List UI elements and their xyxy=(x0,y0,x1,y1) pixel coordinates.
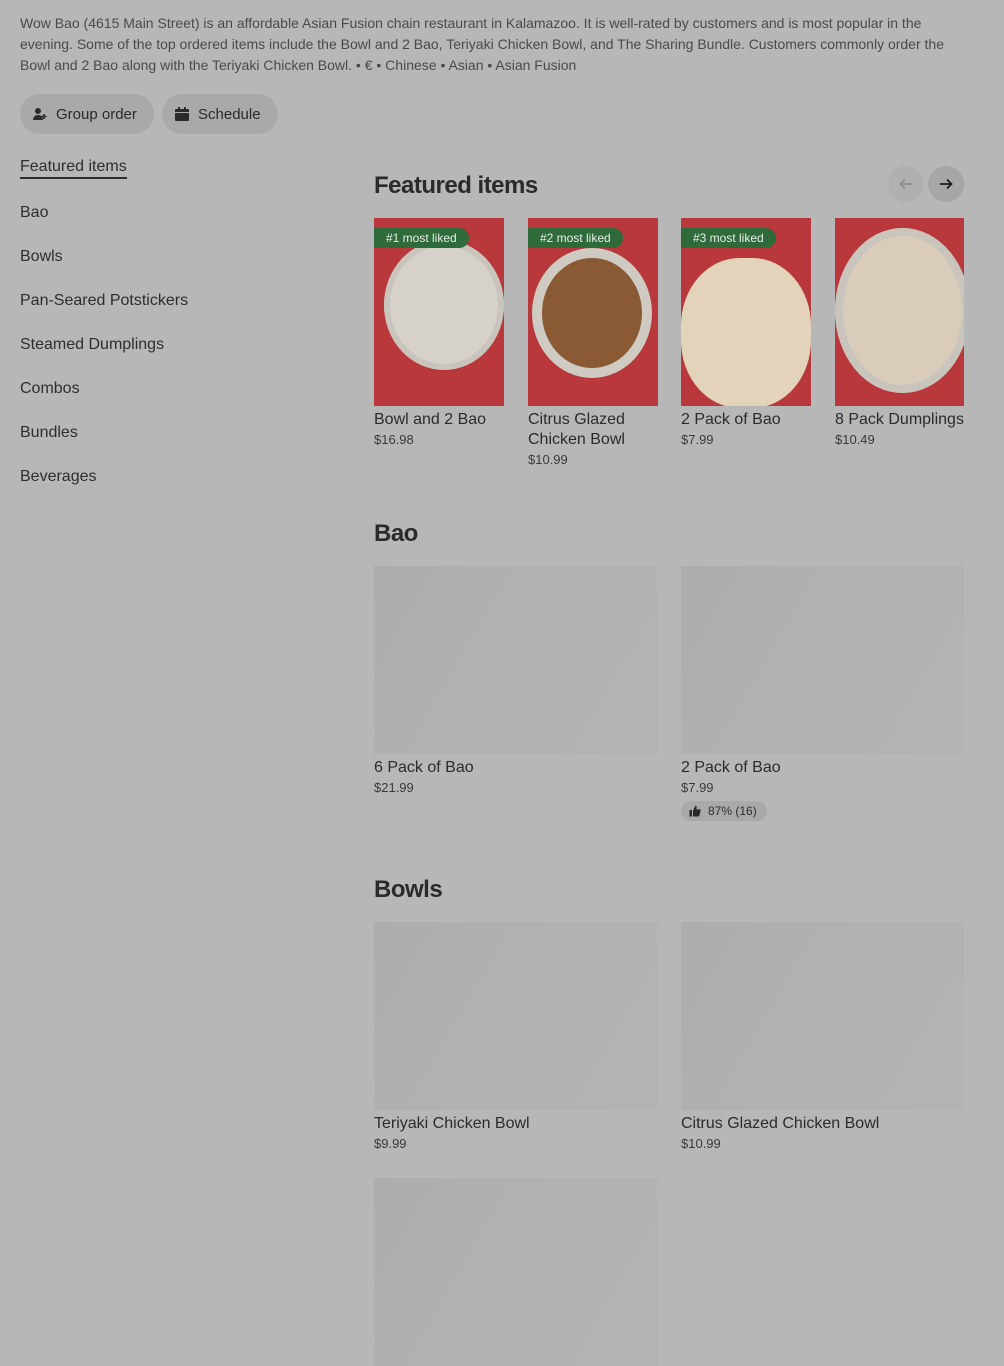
sidebar-item-combos[interactable]: Combos xyxy=(20,380,80,398)
food-image: #1 most liked xyxy=(374,218,504,406)
menu-item-card[interactable]: Citrus Glazed Chicken Bowl $10.99 xyxy=(681,922,964,1151)
food-image xyxy=(835,218,964,406)
item-price: $9.99 xyxy=(374,1136,407,1151)
item-name: 2 Pack of Bao xyxy=(681,759,781,776)
most-liked-badge: #2 most liked xyxy=(528,228,623,248)
schedule-label: Schedule xyxy=(198,105,261,123)
item-name: 6 Pack of Bao xyxy=(374,759,474,776)
menu-item-card[interactable]: Teriyaki Chicken Bowl $9.99 xyxy=(374,922,657,1151)
sidebar-item-bao[interactable]: Bao xyxy=(20,204,48,222)
rating-text: 87% (16) xyxy=(708,804,757,818)
sidebar-item-steamed-dumplings[interactable]: Steamed Dumplings xyxy=(20,336,164,354)
sidebar-item-pan-seared-potstickers[interactable]: Pan-Seared Potstickers xyxy=(20,292,188,310)
menu-item-card[interactable] xyxy=(374,1178,657,1366)
item-price: $7.99 xyxy=(681,780,714,795)
group-order-label: Group order xyxy=(56,105,137,123)
add-person-icon xyxy=(33,108,47,120)
item-name: Teriyaki Chicken Bowl xyxy=(374,1115,530,1132)
most-liked-badge: #3 most liked xyxy=(681,228,776,248)
image-placeholder xyxy=(374,1178,657,1366)
schedule-button[interactable]: Schedule xyxy=(162,94,278,134)
item-name: 2 Pack of Bao xyxy=(681,411,781,428)
image-placeholder xyxy=(681,566,964,754)
image-placeholder xyxy=(681,922,964,1110)
food-image: #3 most liked xyxy=(681,218,811,406)
menu-item-card[interactable]: 6 Pack of Bao $21.99 xyxy=(374,566,657,795)
item-price: $16.98 xyxy=(374,432,414,447)
sidebar-item-featured-items[interactable]: Featured items xyxy=(20,158,127,179)
most-liked-badge: #1 most liked xyxy=(374,228,469,248)
carousel-next-button[interactable] xyxy=(928,166,964,202)
carousel-prev-button[interactable] xyxy=(888,166,924,202)
bowls-section-title: Bowls xyxy=(374,876,443,903)
item-price: $21.99 xyxy=(374,780,414,795)
arrow-right-icon xyxy=(940,178,953,190)
featured-item-card[interactable]: #2 most liked Citrus Glazed Chicken Bowl… xyxy=(528,218,658,467)
menu-item-card[interactable]: 2 Pack of Bao $7.99 87% (16) xyxy=(681,566,964,822)
calendar-icon xyxy=(175,107,189,121)
featured-section-title: Featured items xyxy=(374,172,538,199)
featured-item-card[interactable]: #3 most liked 2 Pack of Bao $7.99 xyxy=(681,218,811,447)
sidebar-item-bundles[interactable]: Bundles xyxy=(20,424,78,442)
item-name: 8 Pack Dumplings xyxy=(835,411,964,428)
item-price: $7.99 xyxy=(681,432,714,447)
item-price: $10.49 xyxy=(835,432,875,447)
thumbs-up-icon xyxy=(689,805,701,817)
item-price: $10.99 xyxy=(681,1136,721,1151)
sidebar-item-beverages[interactable]: Beverages xyxy=(20,468,97,486)
image-placeholder xyxy=(374,922,657,1110)
bao-section-title: Bao xyxy=(374,520,418,547)
sidebar-item-bowls[interactable]: Bowls xyxy=(20,248,63,266)
group-order-button[interactable]: Group order xyxy=(20,94,154,134)
rating-chip: 87% (16) xyxy=(681,801,767,821)
item-price: $10.99 xyxy=(528,452,568,467)
food-image: #2 most liked xyxy=(528,218,658,406)
image-placeholder xyxy=(374,566,657,754)
featured-item-card[interactable]: #1 most liked Bowl and 2 Bao $16.98 xyxy=(374,218,504,447)
item-name: Citrus Glazed Chicken Bowl xyxy=(528,411,625,448)
item-name: Citrus Glazed Chicken Bowl xyxy=(681,1115,880,1132)
store-description: Wow Bao (4615 Main Street) is an afforda… xyxy=(20,15,944,73)
arrow-left-icon xyxy=(899,178,912,190)
item-name: Bowl and 2 Bao xyxy=(374,411,487,428)
featured-item-card[interactable]: 8 Pack Dumplings $10.49 xyxy=(835,218,964,447)
